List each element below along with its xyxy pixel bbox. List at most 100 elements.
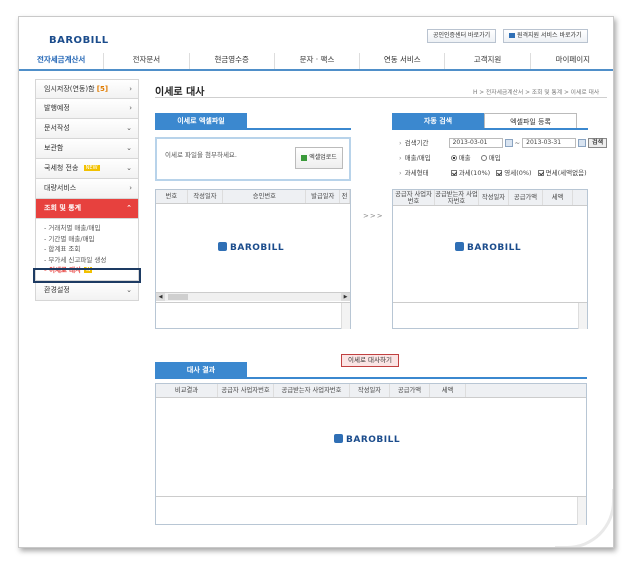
barobill-mark-icon — [455, 242, 464, 251]
checkbox-label: 영세(0%) — [504, 169, 532, 177]
new-badge: NEW — [83, 165, 100, 171]
nav-support[interactable]: 고객지원 — [445, 53, 531, 69]
radio-sales[interactable]: 매출 — [450, 154, 471, 162]
scroll-left-icon[interactable]: ◀ — [156, 293, 165, 301]
remote-support-button[interactable]: 원격지원 서비스 바로가기 — [503, 29, 588, 43]
sidebar-item-label: 대량서비스 — [44, 184, 77, 192]
result-grid-header: 비교결과 공급자 사업자번호 공급받는자 사업자번호 작성일자 공급가액 세액 — [156, 384, 586, 398]
date-separator: ~ — [514, 139, 521, 147]
esero-grid-header: 번호 작성일자 승인번호 발급일자 전 — [156, 190, 350, 204]
sidebar-item-label: 보관함 — [44, 144, 64, 152]
main-nav: 전자세금계산서 전자문서 현금영수증 문자 · 팩스 연동 서비스 고객지원 마… — [19, 53, 613, 71]
title-divider — [155, 97, 607, 98]
tab-excel-register[interactable]: 엑셀파일 등록 — [484, 113, 577, 129]
checkbox-taxable[interactable]: 과세(10%) — [450, 169, 490, 177]
col-receiver-id: 공급받는자 사업자번호 — [435, 190, 479, 205]
page-curl-decoration — [555, 489, 613, 547]
sidebar-item-scheduled[interactable]: 발행예정 › — [35, 99, 139, 119]
vertical-scrollbar[interactable] — [341, 303, 350, 329]
chevron-down-icon: ⌄ — [126, 124, 132, 132]
col-supplier-id: 공급자 사업자번호 — [393, 190, 435, 205]
radio-label: 매출 — [458, 154, 471, 162]
watermark-text: BAROBILL — [467, 243, 522, 253]
nav-sms-fax[interactable]: 문자 · 팩스 — [275, 53, 361, 69]
cert-center-button[interactable]: 공인인증센터 바로가기 — [427, 29, 497, 43]
bullet-icon: › — [399, 169, 402, 177]
radio-dot-icon — [480, 155, 487, 161]
col-issue-date: 발급일자 — [306, 190, 341, 203]
submenu-summary[interactable]: - 합계표 조회 — [44, 244, 138, 255]
checkbox-exempt[interactable]: 면세(세액없음) — [537, 169, 587, 177]
chevron-up-icon: ⌃ — [126, 204, 132, 212]
calendar-icon[interactable] — [578, 139, 587, 147]
sidebar-item-statistics[interactable]: 조회 및 통계 ⌃ — [35, 199, 139, 219]
horizontal-scrollbar[interactable]: ◀ ▶ — [156, 292, 350, 301]
esero-compare-button[interactable]: 이세로 대사하기 — [341, 354, 399, 367]
submenu-by-partner[interactable]: - 거래처별 매출/매입 — [44, 223, 138, 234]
esero-memo-area[interactable] — [156, 302, 350, 329]
search-memo-area[interactable] — [393, 302, 587, 329]
date-to-input[interactable]: 2013-03-31 — [522, 138, 577, 148]
search-button[interactable]: 검색 — [588, 138, 608, 148]
excel-upload-label: 엑셀업로드 — [309, 154, 337, 161]
col-receiver-id: 공급받는자 사업자번호 — [274, 384, 350, 397]
chevron-right-icon: › — [129, 184, 132, 192]
submenu-by-period[interactable]: - 기간별 매출/매입 — [44, 234, 138, 245]
cert-center-label: 공인인증센터 바로가기 — [433, 32, 491, 39]
barobill-mark-icon — [334, 434, 343, 443]
sidebar-item-archive[interactable]: 보관함 ⌄ — [35, 139, 139, 159]
nav-e-document[interactable]: 전자문서 — [104, 53, 190, 69]
tab-esero-excel[interactable]: 이세로 엑셀파일 — [155, 113, 247, 129]
nav-cash-receipt[interactable]: 현금영수증 — [190, 53, 275, 69]
sidebar-item-nts-transfer[interactable]: 국세청 전송 NEW ⌄ — [35, 159, 139, 179]
upload-panel: 이세로 파일을 첨부하세요. 엑셀업로드 — [155, 137, 351, 181]
bullet-icon: › — [399, 139, 402, 147]
tab-underline — [392, 128, 588, 130]
date-from-input[interactable]: 2013-03-01 — [448, 138, 503, 148]
excel-upload-button[interactable]: 엑셀업로드 — [295, 147, 343, 169]
radio-label: 매입 — [488, 154, 501, 162]
chevron-down-icon: ⌄ — [126, 164, 132, 172]
filter-tax-row: › 과세형태 과세(10%) 영세(0%) 면세(세액없음) — [399, 167, 587, 179]
nav-integration[interactable]: 연동 서비스 — [360, 53, 446, 69]
filter-sales-row: › 매출/매입 매출 매입 — [399, 152, 509, 164]
transfer-arrows: >>> — [363, 212, 384, 220]
scroll-thumb[interactable] — [168, 294, 188, 300]
col-compare-result: 비교결과 — [156, 384, 218, 397]
col-supplier-id: 공급자 사업자번호 — [218, 384, 274, 397]
result-memo-area[interactable] — [156, 496, 586, 525]
checkbox-zero-rate[interactable]: 영세(0%) — [496, 169, 532, 177]
period-label: 검색기간 — [404, 139, 429, 147]
sales-label: 매출/매입 — [404, 154, 431, 162]
col-written-date: 작성일자 — [350, 384, 390, 397]
bullet-icon: › — [399, 154, 402, 162]
vertical-scrollbar[interactable] — [578, 303, 587, 329]
submenu-vat-file[interactable]: - 부가세 신고파일 생성 — [44, 255, 138, 266]
tax-label: 과세형태 — [404, 169, 429, 177]
nav-tax-invoice[interactable]: 전자세금계산서 — [19, 53, 105, 69]
sidebar-item-label: 임시저장(연동)함 — [44, 85, 95, 93]
col-truncated: 전 — [340, 190, 350, 203]
sidebar-item-compose[interactable]: 문서작성 ⌄ — [35, 119, 139, 139]
tab-underline — [155, 128, 351, 130]
scroll-right-icon[interactable]: ▶ — [341, 293, 350, 301]
sidebar-item-temp-storage[interactable]: 임시저장(연동)함 [5] › — [35, 79, 139, 99]
count-badge: [5] — [96, 85, 109, 93]
checkbox-icon — [537, 170, 544, 176]
sidebar-item-label: 국세청 전송 — [44, 164, 79, 172]
barobill-logo[interactable]: BAROBILL — [49, 35, 109, 46]
breadcrumb: H > 전자세금계산서 > 조회 및 통계 > 이세로 대사 — [473, 90, 600, 96]
esero-grid: 번호 작성일자 승인번호 발급일자 전 BAROBILL ◀ ▶ — [155, 189, 351, 329]
col-tax: 세액 — [430, 384, 466, 397]
sidebar-item-bulk-service[interactable]: 대량서비스 › — [35, 179, 139, 199]
barobill-watermark: BAROBILL — [334, 434, 400, 445]
nav-mypage[interactable]: 마이페이지 — [531, 53, 613, 69]
excel-icon — [301, 154, 308, 161]
tab-compare-result[interactable]: 대사 결과 — [155, 362, 247, 378]
checkbox-label: 면세(세액없음) — [545, 169, 587, 177]
col-supply-amount: 공급가액 — [390, 384, 430, 397]
calendar-icon[interactable] — [504, 139, 513, 147]
radio-purchase[interactable]: 매입 — [480, 154, 501, 162]
tab-auto-search[interactable]: 자동 검색 — [392, 113, 484, 129]
sidebar-item-settings[interactable]: 환경설정 ⌄ — [35, 280, 139, 301]
